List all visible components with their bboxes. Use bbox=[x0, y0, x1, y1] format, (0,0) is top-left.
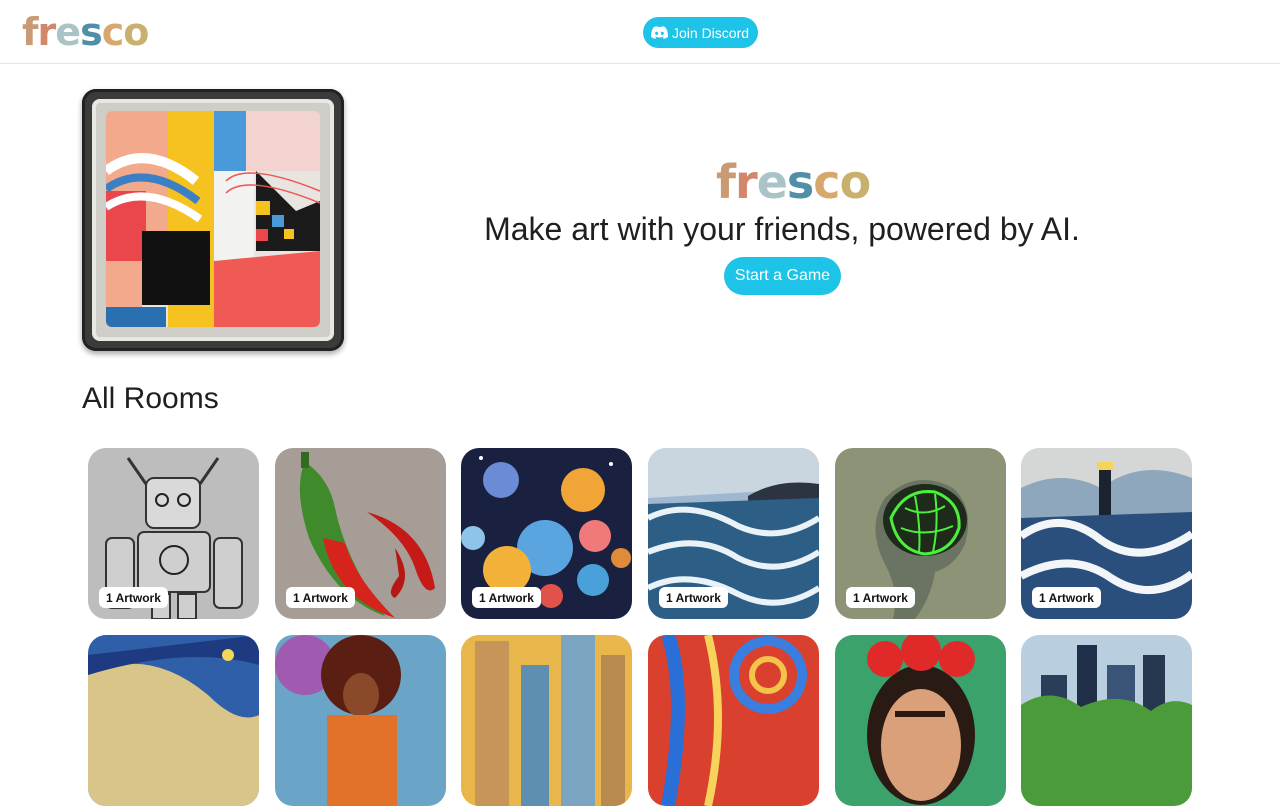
room-card[interactable]: 1 Artwork bbox=[835, 448, 1006, 619]
city-skyline-artwork bbox=[461, 635, 632, 806]
abstract-artwork-image bbox=[106, 111, 320, 327]
room-artwork-count-badge: 1 Artwork bbox=[286, 587, 355, 608]
frame-mat bbox=[92, 99, 334, 341]
starry-coast-artwork bbox=[88, 635, 259, 806]
room-artwork-count-badge: 1 Artwork bbox=[99, 587, 168, 608]
logo-letter: e bbox=[55, 10, 81, 54]
room-artwork-count-badge: 1 Artwork bbox=[1032, 587, 1101, 608]
room-card[interactable]: 1 Artwork bbox=[275, 448, 446, 619]
room-card[interactable]: 1 Artwork bbox=[461, 448, 632, 619]
room-card[interactable] bbox=[88, 635, 259, 806]
logo-letter: f bbox=[22, 10, 39, 54]
room-artwork-count-badge: 1 Artwork bbox=[846, 587, 915, 608]
guitarist-portrait-artwork bbox=[275, 635, 446, 806]
logo-letter: e bbox=[756, 155, 788, 209]
hero-artwork-frame bbox=[82, 89, 344, 351]
green-city-artwork bbox=[1021, 635, 1192, 806]
logo-letter: o bbox=[839, 155, 872, 209]
room-card[interactable] bbox=[835, 635, 1006, 806]
flower-crown-portrait-artwork bbox=[835, 635, 1006, 806]
room-card[interactable] bbox=[1021, 635, 1192, 806]
room-artwork-count-badge: 1 Artwork bbox=[659, 587, 728, 608]
psychedelic-swirl-artwork bbox=[648, 635, 819, 806]
join-discord-button[interactable]: Join Discord bbox=[643, 17, 759, 48]
logo-letter: r bbox=[735, 155, 758, 209]
top-bar: fresco Join Discord bbox=[0, 0, 1280, 64]
logo-letter: c bbox=[101, 10, 125, 54]
fresco-logo[interactable]: fresco bbox=[22, 10, 149, 54]
room-card[interactable] bbox=[648, 635, 819, 806]
logo-letter: o bbox=[123, 10, 149, 54]
room-card[interactable]: 1 Artwork bbox=[88, 448, 259, 619]
start-game-button[interactable]: Start a Game bbox=[724, 257, 841, 295]
room-card[interactable]: 1 Artwork bbox=[1021, 448, 1192, 619]
hero-tagline: Make art with your friends, powered by A… bbox=[484, 211, 1080, 247]
discord-icon bbox=[651, 26, 668, 39]
room-artwork-count-badge: 1 Artwork bbox=[472, 587, 541, 608]
logo-letter: s bbox=[786, 155, 814, 209]
logo-letter: s bbox=[80, 10, 103, 54]
room-card[interactable]: 1 Artwork bbox=[648, 448, 819, 619]
hero-fresco-logo: fresco bbox=[716, 154, 872, 210]
all-rooms-heading: All Rooms bbox=[82, 382, 219, 415]
logo-letter: c bbox=[813, 155, 840, 209]
join-discord-label: Join Discord bbox=[672, 24, 750, 41]
room-card[interactable] bbox=[275, 635, 446, 806]
logo-letter: r bbox=[37, 10, 57, 54]
logo-letter: f bbox=[716, 155, 736, 209]
room-card[interactable] bbox=[461, 635, 632, 806]
